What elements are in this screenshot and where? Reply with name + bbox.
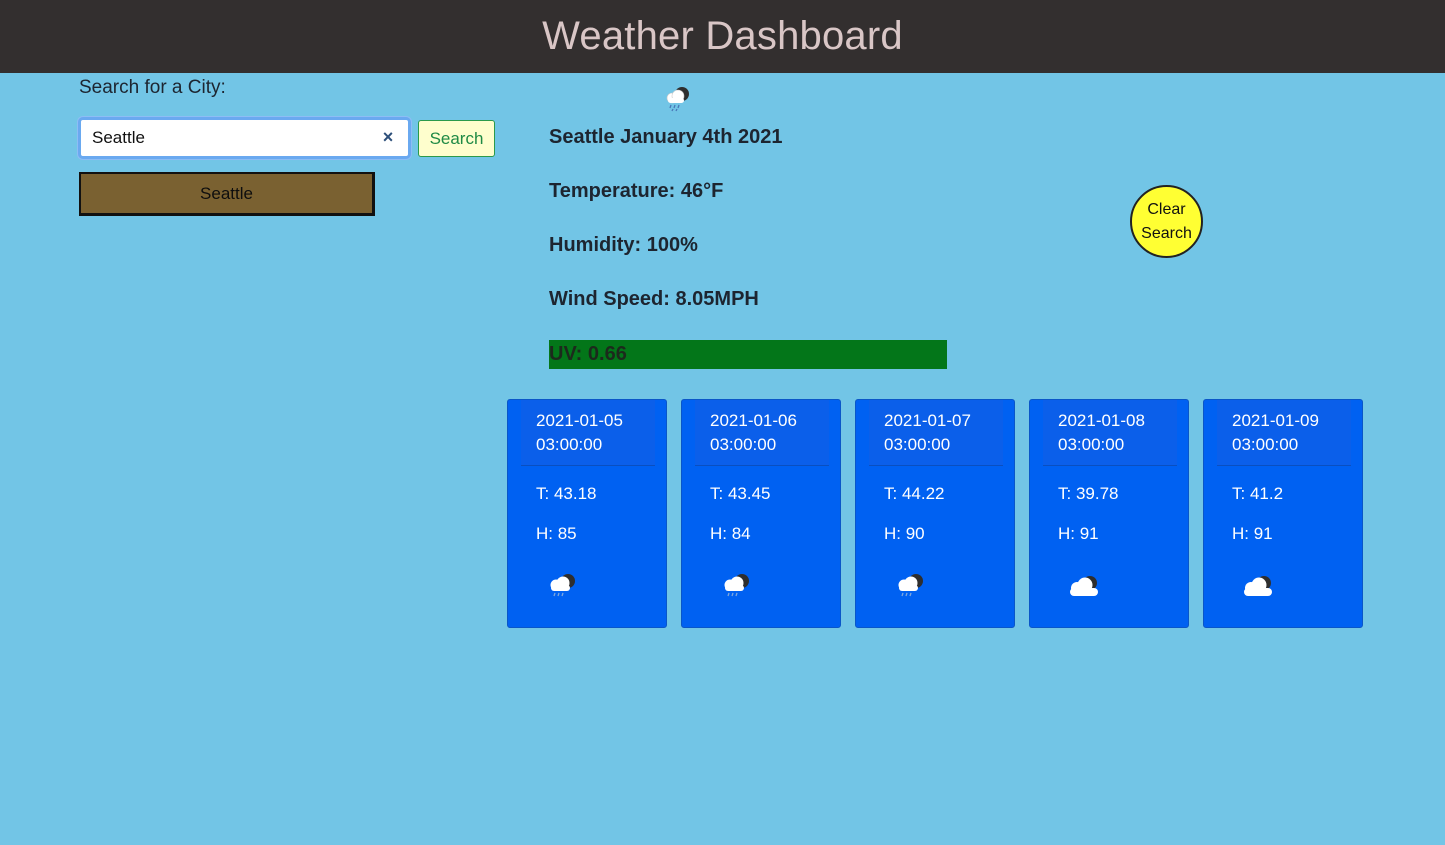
search-button[interactable]: Search <box>418 120 495 157</box>
forecast-humidity: H: 91 <box>1058 524 1099 543</box>
rain-cloud-icon <box>724 574 749 597</box>
forecast-humidity: H: 85 <box>536 524 577 543</box>
forecast-temperature: T: 39.78 <box>1058 484 1119 503</box>
search-input[interactable] <box>81 120 408 156</box>
forecast-date: 2021-01-09 03:00:00 <box>1232 411 1319 454</box>
search-label: Search for a City: <box>79 77 226 98</box>
forecast-humidity: H: 91 <box>1232 524 1273 543</box>
search-input-wrapper[interactable]: × <box>78 117 411 159</box>
cloud-icon <box>1070 576 1098 596</box>
forecast-card: 2021-01-06 03:00:00 T: 43.45 H: 84 <box>681 399 841 628</box>
history-item-seattle[interactable]: Seattle <box>79 172 375 216</box>
forecast-humidity: H: 84 <box>710 524 751 543</box>
current-wind-speed: Wind Speed: 8.05MPH <box>549 288 759 310</box>
current-city-date: Seattle January 4th 2021 <box>549 126 783 148</box>
page-title: Weather Dashboard <box>542 14 903 58</box>
forecast-date: 2021-01-07 03:00:00 <box>884 411 971 454</box>
forecast-date: 2021-01-05 03:00:00 <box>536 411 623 454</box>
current-humidity: Humidity: 100% <box>549 234 698 256</box>
forecast-temperature: T: 41.2 <box>1232 484 1284 503</box>
rain-cloud-icon <box>550 574 575 597</box>
cloud-icon <box>1244 576 1272 596</box>
forecast-temperature: T: 44.22 <box>884 484 945 503</box>
clear-input-icon[interactable]: × <box>378 127 398 147</box>
rain-cloud-icon <box>666 87 689 112</box>
rain-cloud-icon <box>898 574 923 597</box>
forecast-humidity: H: 90 <box>884 524 925 543</box>
forecast-temperature: T: 43.45 <box>710 484 771 503</box>
forecast-card: 2021-01-07 03:00:00 T: 44.22 H: 90 <box>855 399 1015 628</box>
forecast-card: 2021-01-05 03:00:00 T: 43.18 H: 85 <box>507 399 667 628</box>
forecast-card: 2021-01-08 03:00:00 T: 39.78 H: 91 <box>1029 399 1189 628</box>
page-header: Weather Dashboard <box>0 0 1445 73</box>
uv-index-badge: UV: 0.66 <box>549 340 947 369</box>
forecast-card: 2021-01-09 03:00:00 T: 41.2 H: 91 <box>1203 399 1363 628</box>
current-temperature: Temperature: 46°F <box>549 180 724 202</box>
forecast-date: 2021-01-08 03:00:00 <box>1058 411 1145 454</box>
clear-search-button[interactable]: Clear Search <box>1130 185 1203 258</box>
forecast-temperature: T: 43.18 <box>536 484 597 503</box>
forecast-date: 2021-01-06 03:00:00 <box>710 411 797 454</box>
